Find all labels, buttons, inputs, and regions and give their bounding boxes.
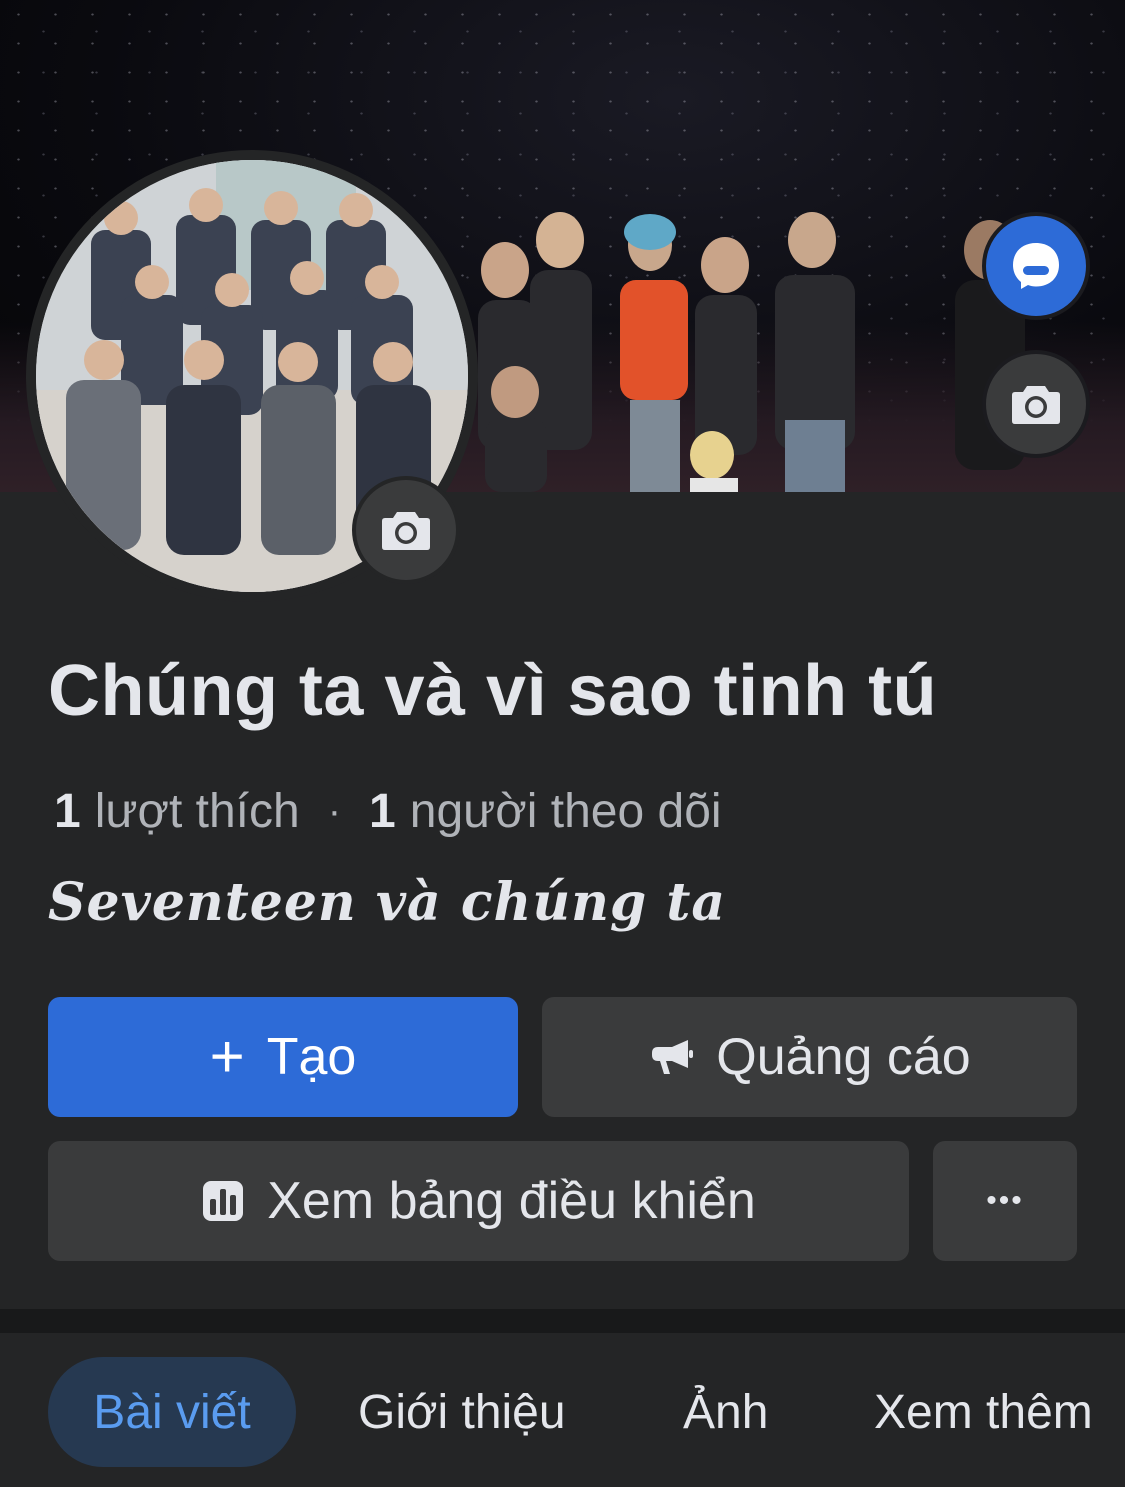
ads-button[interactable]: Quảng cáo [542, 997, 1077, 1117]
edit-cover-photo-button[interactable] [982, 350, 1090, 458]
page-stats[interactable]: 1 lượt thích · 1 người theo dõi [54, 784, 722, 839]
more-options-button[interactable]: ••• [933, 1141, 1077, 1261]
messenger-button[interactable] [982, 212, 1090, 320]
followers-label: người theo dõi [409, 785, 722, 838]
followers-count: 1 [369, 785, 396, 838]
edit-profile-picture-button[interactable] [352, 476, 460, 584]
tab-photos[interactable]: Ảnh [683, 1357, 768, 1467]
more-icon: ••• [986, 1184, 1024, 1217]
create-label: Tạo [266, 1028, 357, 1086]
likes-count: 1 [54, 785, 81, 838]
camera-icon [1012, 386, 1060, 424]
dashboard-label: Xem bảng điều khiển [267, 1172, 756, 1230]
ads-label: Quảng cáo [716, 1028, 971, 1086]
page-title: Chúng ta và vì sao tinh tú [48, 651, 938, 731]
megaphone-icon [652, 1040, 694, 1074]
camera-icon [382, 512, 430, 550]
page-tagline: Seventeen và chúng ta [48, 872, 727, 933]
likes-label: lượt thích [94, 785, 300, 838]
tab-about[interactable]: Giới thiệu [358, 1357, 566, 1467]
plus-icon: + [209, 1023, 245, 1090]
profile-tabs: Bài viết Giới thiệu Ảnh Xem thêm [0, 1333, 1125, 1487]
messenger-icon [1013, 243, 1059, 289]
create-button[interactable]: + Tạo [48, 997, 518, 1117]
tab-see-more[interactable]: Xem thêm [874, 1357, 1093, 1467]
section-divider [0, 1309, 1125, 1333]
view-dashboard-button[interactable]: Xem bảng điều khiển [48, 1141, 909, 1261]
stats-separator: · [327, 789, 342, 833]
bar-chart-icon [203, 1181, 244, 1221]
tab-posts[interactable]: Bài viết [48, 1357, 296, 1467]
